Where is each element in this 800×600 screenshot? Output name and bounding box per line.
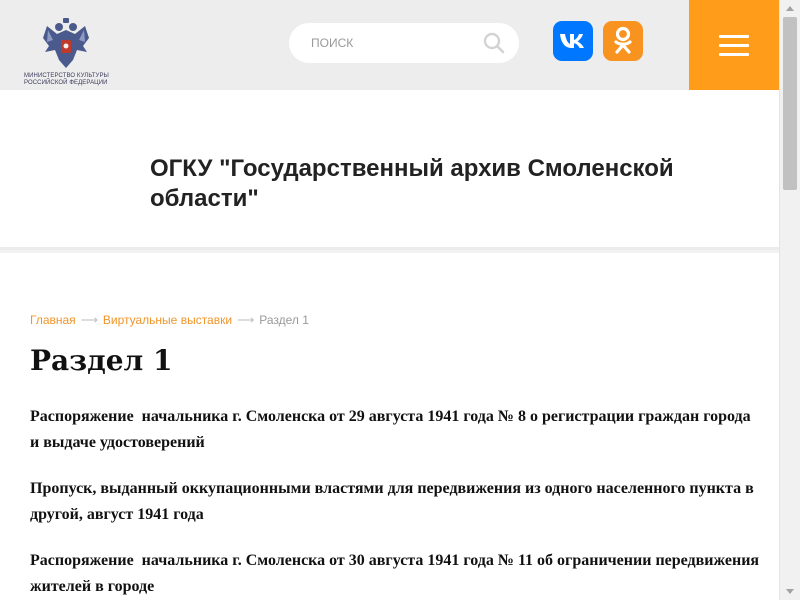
vk-button[interactable] bbox=[553, 21, 593, 61]
logo-caption: Министерство культуры Российской Федерац… bbox=[24, 73, 114, 87]
hamburger-menu-button[interactable] bbox=[689, 0, 779, 90]
scroll-up-arrow-icon[interactable] bbox=[780, 0, 800, 17]
scrollbar-thumb[interactable] bbox=[783, 17, 797, 190]
organization-banner: ОГКУ "Государственный архив Смоленской о… bbox=[0, 90, 779, 250]
page-scrollbar[interactable] bbox=[779, 0, 800, 600]
main-content: Главная ⟶ Виртуальные выставки ⟶ Раздел 1 Ра… bbox=[0, 253, 779, 600]
organization-title: ОГКУ "Государственный архив Смоленской о… bbox=[150, 155, 674, 212]
logo-caption-line: Министерство культуры bbox=[24, 73, 109, 79]
document-list: Распоряжение начальника г. Смоленска от … bbox=[30, 404, 760, 600]
odnoklassniki-button[interactable] bbox=[603, 21, 643, 61]
eagle-emblem-icon bbox=[43, 18, 89, 68]
breadcrumb-section-link[interactable]: Виртуальные выставки bbox=[103, 313, 232, 327]
breadcrumb-home-link[interactable]: Главная bbox=[30, 313, 76, 327]
page-title: Раздел 1 bbox=[30, 344, 173, 377]
menu-bar-icon bbox=[719, 34, 749, 38]
site-header: Министерство культуры Российской Федерац… bbox=[0, 0, 779, 90]
breadcrumb-arrow-icon: ⟶ bbox=[80, 313, 98, 327]
document-link[interactable]: Распоряжение начальника г. Смоленска от … bbox=[30, 404, 760, 456]
scroll-down-arrow-icon[interactable] bbox=[780, 583, 800, 600]
breadcrumb-arrow-icon: ⟶ bbox=[237, 313, 255, 327]
search-box bbox=[289, 23, 519, 63]
document-link[interactable]: Пропуск, выданный оккупационными властям… bbox=[30, 476, 760, 528]
menu-bar-icon bbox=[719, 43, 749, 47]
logo-caption-line: Российской Федерации bbox=[24, 80, 108, 86]
search-icon[interactable] bbox=[483, 32, 505, 54]
vk-icon bbox=[560, 34, 584, 48]
breadcrumb-current: Раздел 1 bbox=[259, 313, 309, 327]
breadcrumb: Главная ⟶ Виртуальные выставки ⟶ Раздел 1 bbox=[30, 313, 309, 327]
ministry-logo[interactable]: Министерство культуры Российской Федерац… bbox=[24, 16, 110, 86]
odnoklassniki-icon bbox=[614, 26, 632, 54]
menu-bar-icon bbox=[719, 52, 749, 56]
document-link[interactable]: Распоряжение начальника г. Смоленска от … bbox=[30, 548, 760, 600]
